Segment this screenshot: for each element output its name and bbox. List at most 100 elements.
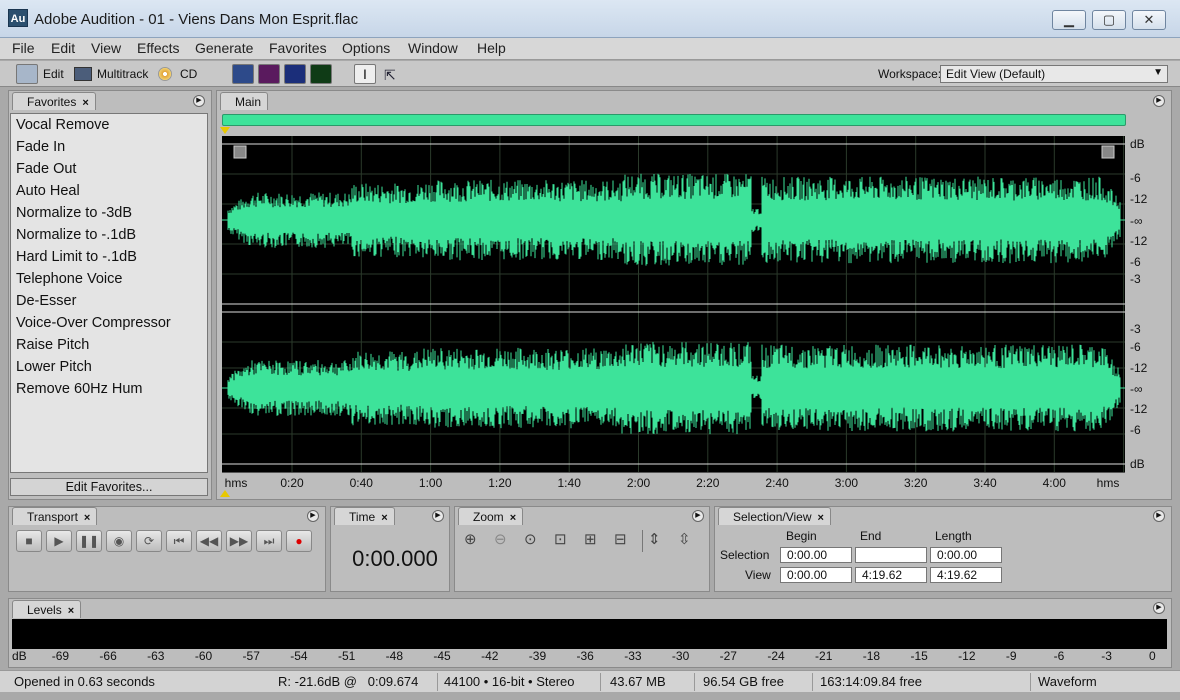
panel-menu-icon[interactable]: ▶ (692, 510, 704, 522)
zoom-left-edge-icon[interactable]: ⊞ (584, 530, 597, 548)
menu-view[interactable]: View (91, 40, 121, 56)
pause-icon[interactable]: ❚❚ (76, 530, 102, 552)
go-to-end-icon[interactable]: ⏭ (256, 530, 282, 552)
view-length-field[interactable]: 4:19.62 (930, 567, 1002, 583)
overview-bar[interactable] (222, 114, 1126, 126)
rewind-icon[interactable]: ◀◀ (196, 530, 222, 552)
menu-effects[interactable]: Effects (137, 40, 180, 56)
level-scale-label: -18 (862, 649, 881, 663)
workspace-select[interactable]: Edit View (Default) ▼ (940, 65, 1168, 83)
close-icon[interactable]: × (68, 605, 74, 617)
zoom-selection-icon[interactable]: ⊡ (554, 530, 567, 548)
zoom-right-edge-icon[interactable]: ⊟ (614, 530, 627, 548)
ruler-tick-label: 0:40 (349, 476, 373, 490)
zoom-out-full-icon[interactable]: ⊙ (524, 530, 537, 548)
favorites-tab-label: Favorites (27, 95, 77, 109)
favorite-item[interactable]: Fade Out (16, 161, 76, 177)
favorite-item[interactable]: Normalize to -.1dB (16, 227, 136, 243)
favorite-item[interactable]: Telephone Voice (16, 271, 122, 287)
edit-view-label[interactable]: Edit (43, 67, 64, 81)
fast-forward-icon[interactable]: ▶▶ (226, 530, 252, 552)
tab-favorites[interactable]: Favorites × (12, 92, 96, 110)
favorite-item[interactable]: Lower Pitch (16, 359, 92, 375)
close-button[interactable]: ✕ (1132, 10, 1166, 30)
play-icon[interactable]: ▶ (46, 530, 72, 552)
zoom-out-vertical-icon[interactable]: ⇳ (678, 530, 691, 548)
panel-menu-icon[interactable]: ▶ (1153, 510, 1165, 522)
panel-menu-icon[interactable]: ▶ (1153, 95, 1165, 107)
favorite-item[interactable]: Fade In (16, 139, 65, 155)
favorite-item[interactable]: Auto Heal (16, 183, 80, 199)
close-icon[interactable]: × (510, 512, 516, 524)
favorite-item[interactable]: Normalize to -3dB (16, 205, 132, 221)
phase-display-icon[interactable] (310, 64, 332, 84)
close-icon[interactable]: × (381, 512, 387, 524)
selection-length-field[interactable]: 0:00.00 (930, 547, 1002, 563)
minimize-button[interactable]: ▁ (1052, 10, 1086, 30)
cd-icon[interactable] (158, 67, 172, 81)
tab-zoom[interactable]: Zoom × (458, 507, 524, 525)
db-label: -3 (1130, 322, 1141, 336)
favorite-item[interactable]: Raise Pitch (16, 337, 89, 353)
zoom-in-horizontal-icon[interactable]: ⊕ (464, 530, 477, 548)
tab-transport[interactable]: Transport × (12, 507, 98, 525)
playhead-end-marker[interactable] (220, 490, 230, 497)
menu-help[interactable]: Help (477, 40, 506, 56)
panel-menu-icon[interactable]: ▶ (1153, 602, 1165, 614)
tab-selection-view[interactable]: Selection/View × (718, 507, 831, 525)
edit-view-icon[interactable] (16, 64, 38, 84)
spectral-display-icon[interactable] (258, 64, 280, 84)
view-begin-field[interactable]: 0:00.00 (780, 567, 852, 583)
time-selection-tool-icon[interactable]: I (354, 64, 376, 84)
ruler-tick-label: hms (224, 476, 248, 490)
favorite-item[interactable]: Hard Limit to -.1dB (16, 249, 137, 265)
zoom-out-horizontal-icon[interactable]: ⊖ (494, 530, 507, 548)
record-icon[interactable]: ● (286, 530, 312, 552)
play-to-end-icon[interactable]: ◉ (106, 530, 132, 552)
status-divider (600, 673, 601, 691)
close-icon[interactable]: × (84, 512, 90, 524)
panel-menu-icon[interactable]: ▶ (432, 510, 444, 522)
ruler-tick-label: 3:20 (904, 476, 928, 490)
loop-icon[interactable]: ⟳ (136, 530, 162, 552)
tab-main[interactable]: Main (220, 92, 269, 110)
multitrack-icon[interactable] (74, 67, 92, 81)
favorite-item[interactable]: Vocal Remove (16, 117, 110, 133)
status-bar: Opened in 0.63 seconds R: -21.6dB @ 0:09… (0, 670, 1180, 692)
cd-label[interactable]: CD (180, 67, 197, 81)
menu-window[interactable]: Window (408, 40, 458, 56)
menu-edit[interactable]: Edit (51, 40, 75, 56)
spectral-pan-icon[interactable] (284, 64, 306, 84)
tab-levels[interactable]: Levels × (12, 600, 82, 618)
tab-time[interactable]: Time × (334, 507, 395, 525)
volume-handle (1101, 145, 1115, 159)
favorite-item[interactable]: De-Esser (16, 293, 76, 309)
waveform-display[interactable] (222, 136, 1125, 472)
edit-favorites-button[interactable]: Edit Favorites... (10, 478, 208, 496)
stop-icon[interactable]: ■ (16, 530, 42, 552)
waveform-display-icon[interactable] (232, 64, 254, 84)
marquee-tool-icon[interactable]: ⇱ (384, 67, 396, 84)
selection-begin-field[interactable]: 0:00.00 (780, 547, 852, 563)
view-end-field[interactable]: 4:19.62 (855, 567, 927, 583)
multitrack-label[interactable]: Multitrack (97, 67, 148, 81)
close-icon[interactable]: × (818, 512, 824, 524)
zoom-in-vertical-icon[interactable]: ⇕ (648, 530, 661, 548)
panel-menu-icon[interactable]: ▶ (193, 95, 205, 107)
level-scale-label: -9 (1005, 649, 1017, 663)
go-to-start-icon[interactable]: ⏮ (166, 530, 192, 552)
panel-menu-icon[interactable]: ▶ (307, 510, 319, 522)
menu-generate[interactable]: Generate (195, 40, 253, 56)
menu-options[interactable]: Options (342, 40, 390, 56)
level-scale-label: -21 (815, 649, 833, 663)
close-icon[interactable]: × (82, 97, 88, 109)
menu-favorites[interactable]: Favorites (269, 40, 327, 56)
favorite-item[interactable]: Remove 60Hz Hum (16, 381, 143, 397)
menu-file[interactable]: File (12, 40, 35, 56)
ruler-tick-label: 2:20 (696, 476, 720, 490)
playhead-start-marker[interactable] (220, 127, 230, 134)
favorite-item[interactable]: Voice-Over Compressor (16, 315, 171, 331)
selection-end-field[interactable] (855, 547, 927, 563)
maximize-button[interactable]: ▢ (1092, 10, 1126, 30)
level-scale-label: 0 (1149, 649, 1156, 663)
